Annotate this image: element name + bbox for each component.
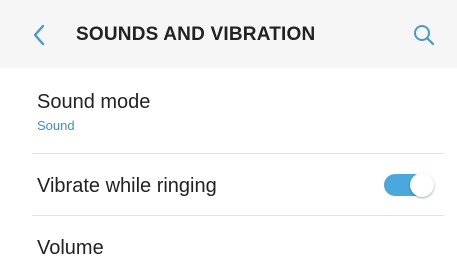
toggle-knob — [410, 173, 434, 197]
sounds-and-vibration-screen: SOUNDS AND VIBRATION Sound mode Sound Vi… — [0, 0, 457, 262]
page-title: SOUNDS AND VIBRATION — [76, 24, 316, 45]
sound-mode-value: Sound — [37, 118, 75, 133]
app-header: SOUNDS AND VIBRATION — [0, 0, 457, 68]
search-icon — [414, 25, 435, 46]
setting-volume[interactable]: Volume — [0, 216, 457, 262]
search-button[interactable] — [410, 21, 438, 49]
chevron-left-icon — [33, 24, 45, 46]
back-button[interactable] — [26, 22, 52, 48]
volume-label: Volume — [37, 237, 104, 259]
setting-sound-mode[interactable]: Sound mode Sound — [0, 68, 457, 154]
vibrate-while-ringing-toggle[interactable] — [384, 173, 434, 197]
sound-mode-label: Sound mode — [37, 91, 151, 113]
vibrate-while-ringing-label: Vibrate while ringing — [37, 175, 217, 197]
